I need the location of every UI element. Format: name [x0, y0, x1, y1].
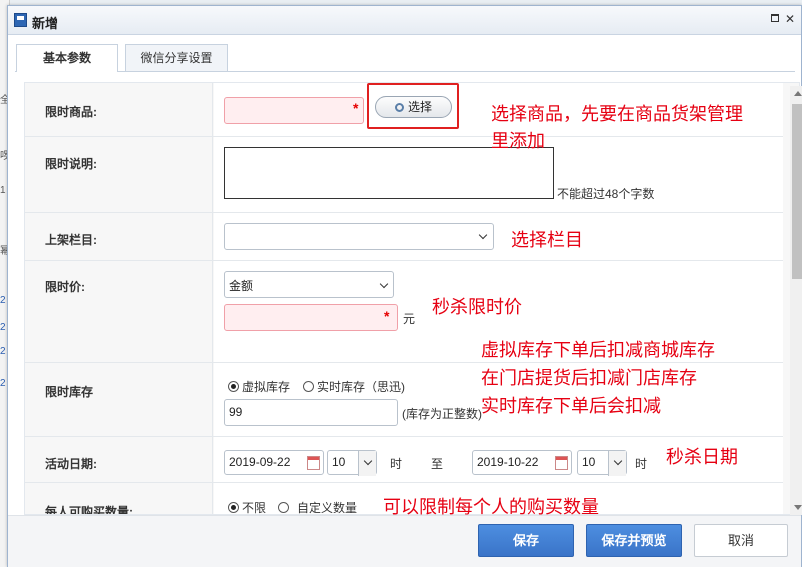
end-hour-select[interactable]: 10 — [577, 450, 627, 476]
background-glyph: 2 — [0, 322, 6, 333]
dialog-title: 新增 — [32, 16, 59, 31]
form-row-description: 限时说明: 不能超过48个字数 — [25, 137, 783, 213]
stock-option-realtime-label: 实时库存（思迅) — [317, 380, 405, 394]
highlight-box — [367, 83, 459, 129]
calendar-icon[interactable] — [555, 456, 568, 470]
annotation-select-product-2: 里添加 — [491, 131, 545, 151]
form-label-cell: 活动日期: — [25, 437, 213, 482]
dialog-footer: 保存 保存并预览 取消 — [8, 515, 801, 567]
stock-label: 限时库存 — [45, 385, 94, 399]
required-star-icon: * — [384, 308, 390, 324]
price-type-select[interactable]: 金额 — [224, 271, 394, 298]
tab-bar: 基本参数 微信分享设置 — [15, 44, 795, 72]
save-preview-button[interactable]: 保存并预览 — [586, 524, 682, 557]
radio-unchecked-icon[interactable] — [303, 381, 314, 392]
limit-option-unlimited-label: 不限 — [242, 501, 267, 515]
radio-unchecked-icon[interactable] — [278, 502, 289, 513]
maximize-icon[interactable] — [771, 14, 779, 22]
background-glyph: 2 — [0, 295, 6, 306]
form-field-cell — [214, 213, 783, 260]
stock-input[interactable]: 99 — [224, 399, 398, 426]
start-hour-value: 10 — [332, 455, 346, 469]
form-row-column: 上架栏目: — [25, 213, 783, 261]
scroll-down-icon[interactable] — [794, 505, 802, 510]
form-label-cell: 上架栏目: — [25, 213, 213, 260]
description-label: 限时说明: — [45, 157, 97, 171]
tab-basic-params[interactable]: 基本参数 — [16, 44, 118, 72]
form-label-cell: 限时价: — [25, 261, 213, 362]
annotation-stock-2: 在门店提货后扣减门店库存 — [481, 368, 697, 388]
form-label-cell: 限时说明: — [25, 137, 213, 212]
start-hour-select[interactable]: 10 — [327, 450, 377, 476]
product-input[interactable] — [224, 97, 364, 124]
chevron-down-icon — [379, 279, 389, 289]
scroll-up-icon[interactable] — [794, 91, 802, 96]
radio-checked-icon[interactable] — [228, 381, 239, 392]
required-star-icon: * — [353, 100, 359, 116]
start-date-input[interactable]: 2019-09-22 — [224, 450, 324, 475]
calendar-icon[interactable] — [307, 456, 320, 470]
background-glyph: 1 — [0, 185, 6, 196]
save-button[interactable]: 保存 — [478, 524, 574, 557]
limit-option-custom[interactable]: 自定义数量 — [278, 499, 358, 515]
start-date-value: 2019-09-22 — [229, 455, 291, 469]
scroll-thumb[interactable] — [792, 104, 802, 279]
stock-hint: (库存为正整数) — [402, 407, 482, 421]
end-date-input[interactable]: 2019-10-22 — [472, 450, 572, 475]
cancel-button[interactable]: 取消 — [694, 524, 788, 557]
form-label-cell: 限时库存 — [25, 363, 213, 436]
dialog-titlebar: 新增 ✕ — [8, 6, 801, 35]
tab-wechat-share[interactable]: 微信分享设置 — [125, 44, 228, 71]
description-hint: 不能超过48个字数 — [557, 187, 655, 201]
annotation-limit: 可以限制每个人的购买数量 — [383, 497, 599, 517]
annotation-stock-1: 虚拟库存下单后扣减商城库存 — [481, 340, 715, 360]
form-label-cell: 限时商品: — [25, 83, 213, 136]
end-hour-value: 10 — [582, 455, 596, 469]
stock-option-virtual[interactable]: 虚拟库存 — [228, 378, 290, 395]
form-label-cell: 每人可购买数量: — [25, 483, 213, 515]
price-unit: 元 — [403, 312, 416, 326]
form-scrollbar[interactable] — [790, 86, 802, 515]
annotation-stock-3: 实时库存下单后会扣减 — [481, 396, 661, 416]
chevron-down-icon — [613, 456, 623, 466]
radio-checked-icon[interactable] — [228, 502, 239, 513]
stock-option-realtime[interactable]: 实时库存（思迅) — [303, 378, 405, 395]
chevron-down-icon — [363, 456, 373, 466]
tab-divider — [15, 71, 795, 72]
date-range-separator: 至 — [431, 457, 444, 471]
annotation-flash-date: 秒杀日期 — [666, 447, 738, 467]
end-hour-unit: 时 — [635, 457, 648, 471]
description-textarea[interactable] — [224, 147, 554, 199]
dates-label: 活动日期: — [45, 457, 97, 471]
product-label: 限时商品: — [45, 105, 97, 119]
price-label: 限时价: — [45, 280, 85, 294]
annotation-select-product: 选择商品，先要在商品货架管理 — [491, 104, 743, 124]
price-type-value: 金额 — [229, 279, 254, 293]
end-hour-dropdown[interactable] — [608, 451, 626, 476]
column-select[interactable] — [224, 223, 494, 250]
end-date-value: 2019-10-22 — [477, 455, 539, 469]
limit-label: 每人可购买数量: — [45, 505, 133, 515]
annotation-flash-price: 秒杀限时价 — [432, 297, 522, 317]
background-glyph: 2 — [0, 346, 6, 357]
limit-option-custom-label: 自定义数量 — [297, 501, 358, 515]
stock-option-virtual-label: 虚拟库存 — [242, 380, 291, 394]
limit-option-unlimited[interactable]: 不限 — [228, 499, 267, 515]
background-glyph: 2 — [0, 378, 6, 389]
annotation-select-column: 选择栏目 — [511, 230, 583, 250]
start-hour-dropdown[interactable] — [358, 451, 376, 476]
save-disk-icon — [14, 13, 27, 27]
start-hour-unit: 时 — [390, 457, 403, 471]
price-input[interactable] — [224, 304, 398, 331]
close-icon[interactable]: ✕ — [785, 13, 795, 25]
column-label: 上架栏目: — [45, 233, 97, 247]
